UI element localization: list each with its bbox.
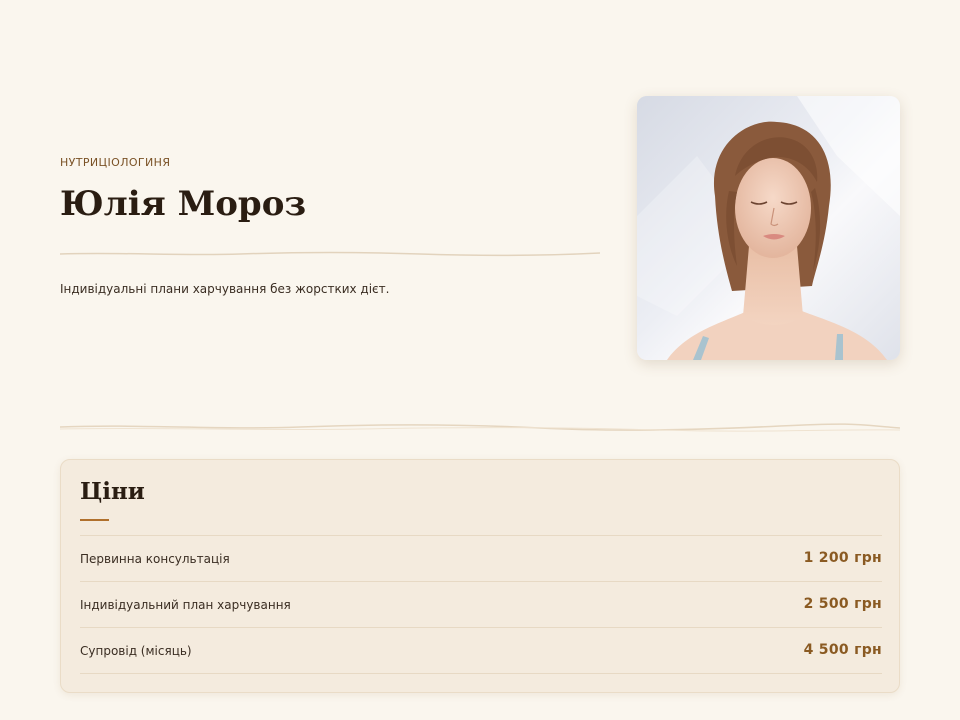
price-label: Первинна консультація	[80, 552, 230, 566]
price-row: Первинна консультація 1 200 грн	[80, 535, 882, 581]
price-value: 2 500 грн	[803, 596, 882, 612]
price-list: Первинна консультація 1 200 грн Індивіду…	[80, 535, 882, 674]
price-row: Супровід (місяць) 4 500 грн	[80, 627, 882, 674]
hero-section: НУТРИЦІОЛОГИНЯ Юлія Мороз Індивідуальні …	[60, 96, 900, 360]
price-label: Супровід (місяць)	[80, 644, 192, 658]
price-value: 4 500 грн	[803, 642, 882, 658]
section-divider	[60, 423, 900, 432]
portrait-photo	[637, 96, 900, 360]
price-label: Індивідуальний план харчування	[80, 598, 291, 612]
portrait-image	[637, 96, 900, 360]
page: НУТРИЦІОЛОГИНЯ Юлія Мороз Індивідуальні …	[0, 0, 960, 720]
hero-divider	[60, 251, 600, 257]
prices-title: Ціни	[80, 478, 145, 505]
price-row: Індивідуальний план харчування 2 500 грн	[80, 581, 882, 627]
profession-label: НУТРИЦІОЛОГИНЯ	[60, 156, 171, 169]
prices-title-underline	[80, 519, 109, 521]
prices-card: Ціни Первинна консультація 1 200 грн Інд…	[60, 459, 900, 693]
tagline: Індивідуальні плани харчування без жорст…	[60, 282, 390, 296]
page-title: Юлія Мороз	[60, 184, 307, 224]
price-value: 1 200 грн	[803, 550, 882, 566]
